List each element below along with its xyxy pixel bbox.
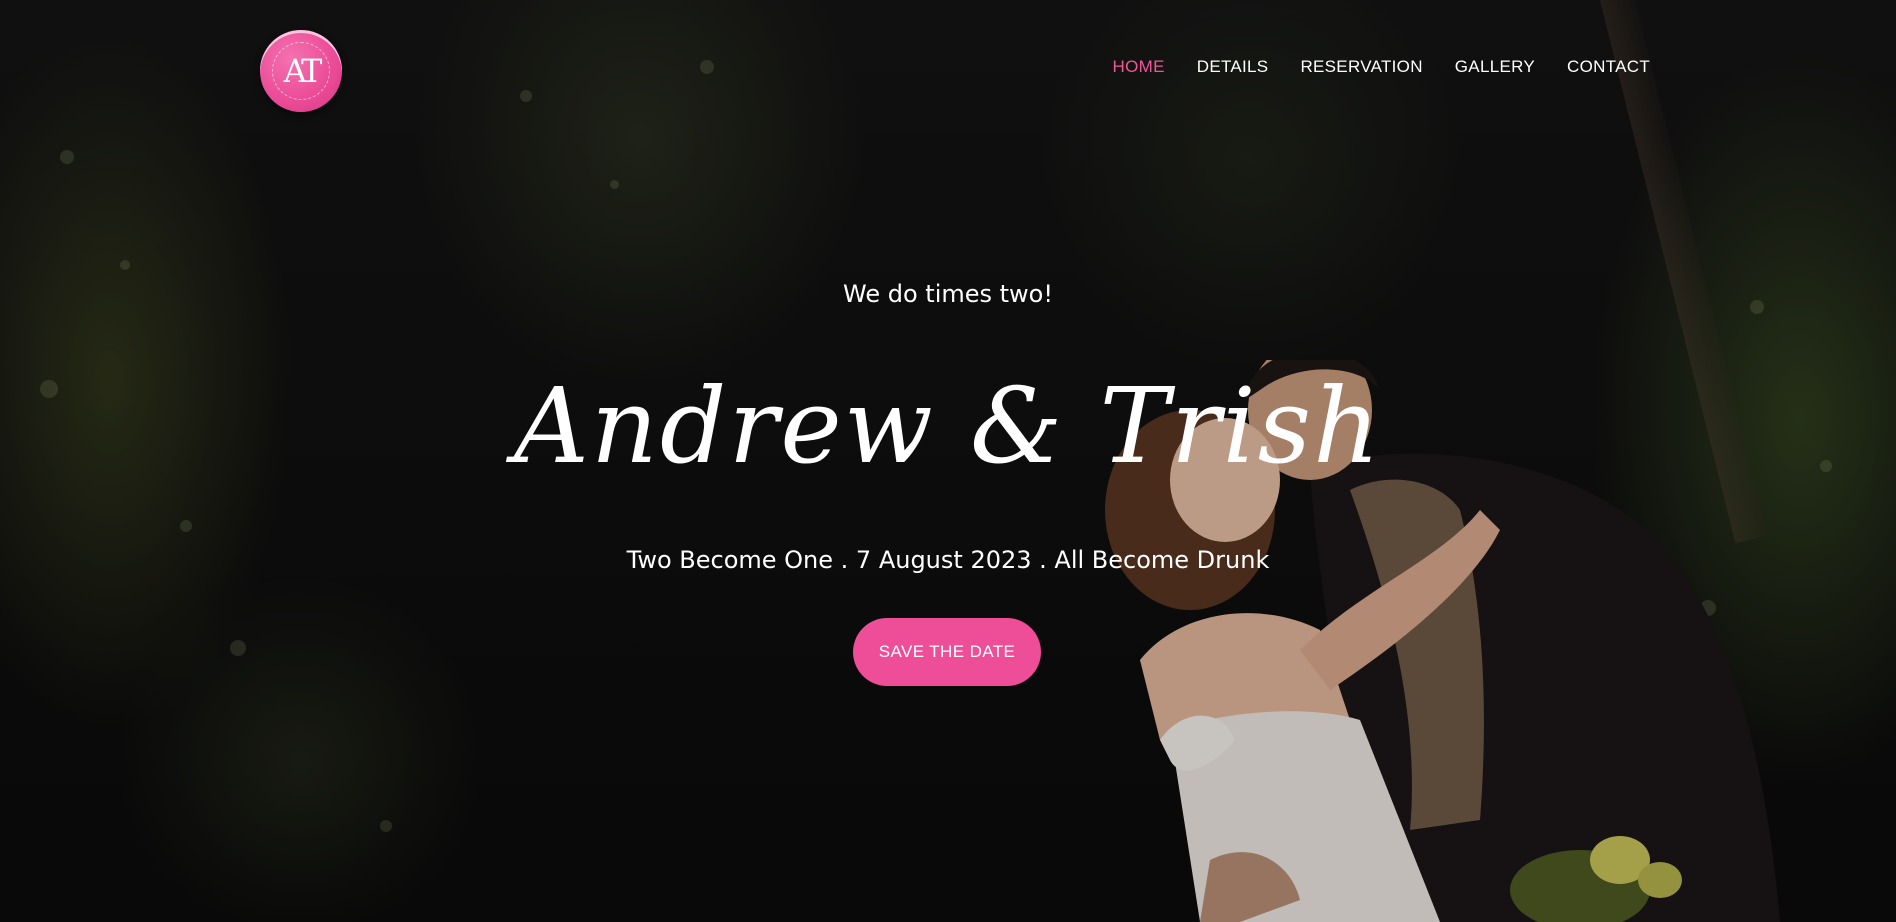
- nav-item-gallery[interactable]: GALLERY: [1455, 57, 1535, 77]
- nav-item-contact[interactable]: CONTACT: [1567, 57, 1650, 77]
- main-nav: HOME DETAILS RESERVATION GALLERY CONTACT: [1113, 57, 1650, 77]
- save-the-date-button[interactable]: SAVE THE DATE: [853, 618, 1041, 686]
- hero-section: AT HOME DETAILS RESERVATION GALLERY CONT…: [0, 0, 1896, 922]
- nav-item-details[interactable]: DETAILS: [1197, 57, 1269, 77]
- site-logo[interactable]: AT: [260, 30, 342, 112]
- logo-ring: [272, 42, 330, 100]
- hero-tagline: We do times two!: [843, 280, 1053, 308]
- nav-item-home[interactable]: HOME: [1113, 57, 1165, 77]
- hero-subtitle: Two Become One . 7 August 2023 . All Bec…: [626, 546, 1270, 574]
- hero-title: Andrew & Trish: [513, 365, 1383, 487]
- nav-item-reservation[interactable]: RESERVATION: [1300, 57, 1422, 77]
